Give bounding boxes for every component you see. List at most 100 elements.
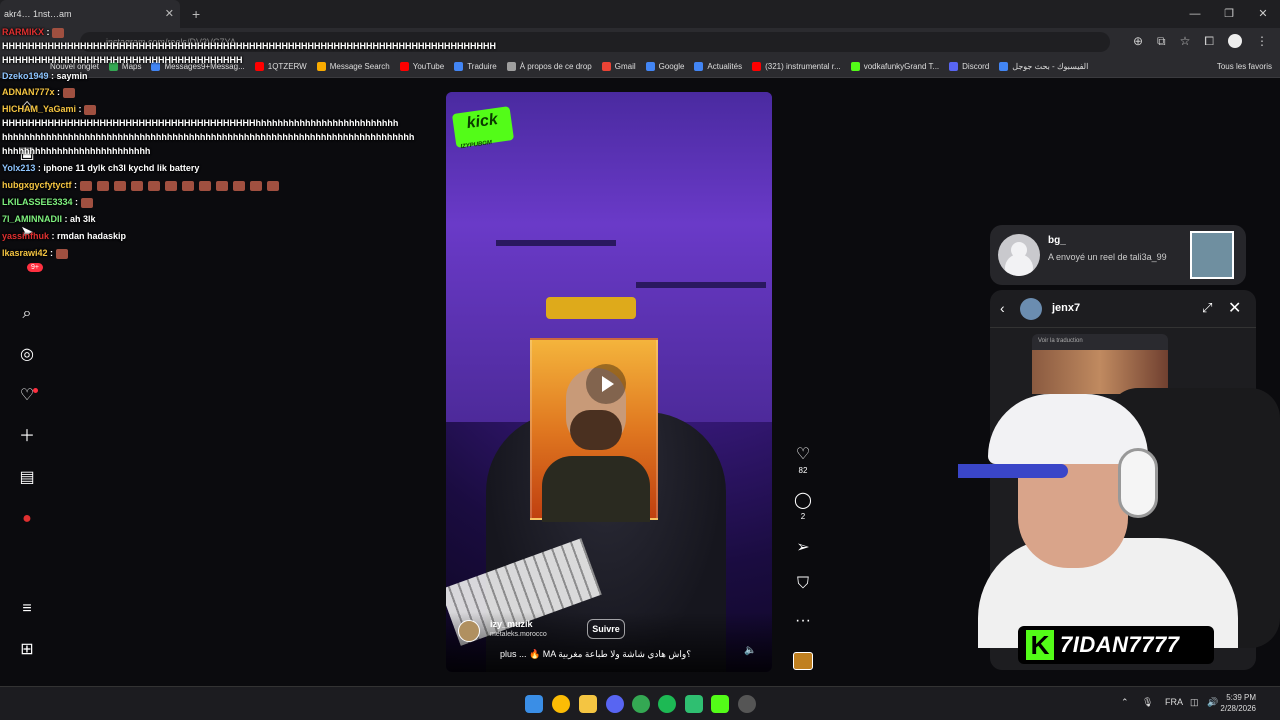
back-chevron-icon[interactable]: ‹ xyxy=(1000,300,1005,316)
microphone-icon[interactable]: 🎙 xyxy=(1142,697,1153,708)
bookmark-favicon-icon xyxy=(316,62,326,71)
menu-kebab-icon[interactable]: ⋮ xyxy=(1256,34,1268,49)
chat-emote xyxy=(79,180,92,191)
bookmark-item[interactable]: 1QTZERW xyxy=(254,62,307,71)
bookmark-favicon-icon xyxy=(752,62,762,71)
search-icon[interactable]: ⌕ xyxy=(17,304,37,324)
dm-header: ‹ jenx7 ⤢ ✕ xyxy=(990,290,1256,328)
spotify-icon[interactable] xyxy=(658,695,676,713)
profile-avatar[interactable] xyxy=(1228,34,1242,48)
bookmark-item[interactable]: Actualités xyxy=(694,62,742,71)
bookmark-item[interactable]: YouTube xyxy=(399,62,444,71)
volume-icon[interactable]: 🔊 xyxy=(1207,697,1218,708)
discord-icon[interactable] xyxy=(606,695,624,713)
chat-username[interactable]: RARMIKX xyxy=(2,27,44,37)
close-icon[interactable]: ✕ xyxy=(1228,298,1241,318)
poster-shirt xyxy=(542,456,650,522)
author-name[interactable]: izy_muzik xyxy=(490,619,533,629)
file-explorer-icon[interactable] xyxy=(579,695,597,713)
language-indicator[interactable]: FRA xyxy=(1165,697,1183,707)
all-bookmarks-button[interactable]: Tous les favoris xyxy=(1217,62,1272,71)
bookmark-favicon-icon xyxy=(999,62,1009,71)
bookmark-favicon-icon xyxy=(601,62,611,71)
chat-username[interactable]: ADNAN777x xyxy=(2,87,55,97)
new-tab-button[interactable]: + xyxy=(192,6,200,22)
bookmark-item[interactable]: Google xyxy=(645,62,684,71)
chat-username[interactable]: yassinfhuk xyxy=(2,231,49,241)
chat-emote xyxy=(249,180,262,191)
bookmark-item[interactable]: Traduire xyxy=(454,62,497,71)
chrome-active-icon[interactable] xyxy=(632,695,650,713)
author-avatar[interactable] xyxy=(458,620,480,642)
play-button-icon[interactable] xyxy=(586,364,626,404)
tab-title: akr4… 1nst…am xyxy=(4,9,72,19)
create-plus-icon[interactable]: ＋ xyxy=(17,427,37,447)
obs-icon[interactable] xyxy=(738,695,756,713)
chat-username[interactable]: hubgxgycfytyctf xyxy=(2,180,72,190)
bookmark-star-icon[interactable]: ☆ xyxy=(1180,34,1191,49)
audio-thumbnail[interactable] xyxy=(793,652,813,670)
chat-text: HHHHHHHHHHHHHHHHHHHHHHHHHHHHHHHHHHHHHHHH… xyxy=(2,41,496,51)
chat-emote xyxy=(147,180,160,191)
profile-avatar-icon[interactable]: ● xyxy=(17,509,37,529)
reel-caption[interactable]: plus ... 🔥 MA ؟واش هادي شاشة ولا طباعة م… xyxy=(500,649,691,660)
dm-avatar[interactable] xyxy=(1020,298,1042,320)
poster-beard xyxy=(570,410,622,450)
windows-start-icon[interactable] xyxy=(525,695,543,713)
heart-icon: ♡ xyxy=(795,446,811,463)
bookmark-item[interactable]: vodkafunkyGrand T... xyxy=(850,62,939,71)
bookmark-item[interactable]: (321) instrumental r... xyxy=(752,62,841,71)
chat-username[interactable]: 7l_AMINNADII xyxy=(2,214,62,224)
chat-username[interactable]: HICHAM_YaGami xyxy=(2,104,76,114)
system-clock[interactable]: 5:39 PM 2/28/2026 xyxy=(1220,692,1256,714)
browser-tab[interactable]: akr4… 1nst…am ✕ xyxy=(0,0,180,28)
app-icon[interactable] xyxy=(685,695,703,713)
chat-message: hhhhhhhhhhhhhhhhhhhhhhhhhhhhhhhhhhhhhhhh… xyxy=(2,131,414,143)
chrome-icon[interactable] xyxy=(552,695,570,713)
chat-username[interactable]: Yolx213 xyxy=(2,163,35,173)
chat-message: yassinfhuk : rmdan hadaskip xyxy=(2,230,126,242)
bookmark-item[interactable]: Discord xyxy=(949,62,989,71)
dm-username[interactable]: jenx7 xyxy=(1052,302,1080,314)
chat-text: rmdan hadaskip xyxy=(57,231,127,241)
mute-icon[interactable]: 🔈 xyxy=(744,645,756,656)
save-button[interactable]: ⛉ xyxy=(792,575,814,593)
bookmark-item[interactable]: Gmail xyxy=(601,62,636,71)
chat-emote xyxy=(130,180,143,191)
zoom-icon[interactable]: ⊕ xyxy=(1133,34,1143,49)
translate-link[interactable]: Voir la traduction xyxy=(1038,338,1083,344)
chat-username[interactable]: Dzeko1949 xyxy=(2,71,49,81)
network-icon[interactable]: ◫ xyxy=(1190,697,1199,708)
minimize-icon[interactable]: — xyxy=(1178,0,1212,28)
dm-message[interactable]: Voir la traduction xyxy=(1032,334,1168,394)
comment-icon: ◯ xyxy=(794,492,812,509)
extensions-icon[interactable]: ⧠ xyxy=(1204,34,1214,49)
like-button[interactable]: ♡ 82 xyxy=(792,444,814,475)
expand-icon[interactable]: ⤢ xyxy=(1202,300,1212,316)
message-notification[interactable]: bg_ A envoyé un reel de tali3a_99 xyxy=(990,225,1246,285)
dashboard-icon[interactable]: ▤ xyxy=(17,468,37,488)
tray-chevron-icon[interactable]: ⌃ xyxy=(1121,697,1129,708)
close-tab-icon[interactable]: ✕ xyxy=(165,7,174,20)
bookmark-item[interactable]: Message Search xyxy=(316,62,390,71)
kick-app-icon[interactable] xyxy=(711,695,729,713)
also-from-meta-icon[interactable]: ⊞ xyxy=(17,640,37,660)
bookmark-item[interactable]: À propos de ce drop xyxy=(506,62,592,71)
bookmark-item[interactable]: الفيسبوك - بحث جوجل xyxy=(999,62,1088,71)
more-menu-icon[interactable]: ≡ xyxy=(17,599,37,619)
share-button[interactable]: ➢ xyxy=(792,537,814,557)
follow-button[interactable]: Suivre xyxy=(587,619,625,639)
chat-username[interactable]: lkasrawi42 xyxy=(2,248,48,258)
close-window-icon[interactable]: ✕ xyxy=(1246,0,1280,28)
comment-button[interactable]: ◯ 2 xyxy=(792,490,814,521)
address-bar-actions: ⊕ ⧉ ☆ ⧠ ⋮ xyxy=(1133,34,1268,49)
kick-name-badge: K 7IDAN7777 xyxy=(1018,626,1214,664)
reel-video[interactable]: kick IZYPUBGM izy_muzik metaleks.morocco… xyxy=(446,92,772,672)
explore-icon[interactable]: ◎ xyxy=(17,345,37,365)
chat-text: hhhhhhhhhhhhhhhhhhhhhhhhhhh xyxy=(2,146,151,156)
cast-icon[interactable]: ⧉ xyxy=(1157,34,1166,49)
audio-label[interactable]: metaleks.morocco xyxy=(490,631,547,638)
restore-icon[interactable]: ❐ xyxy=(1212,0,1246,28)
more-options-button[interactable]: ··· xyxy=(792,612,814,630)
chat-username[interactable]: LKILASSEE3334 xyxy=(2,197,73,207)
